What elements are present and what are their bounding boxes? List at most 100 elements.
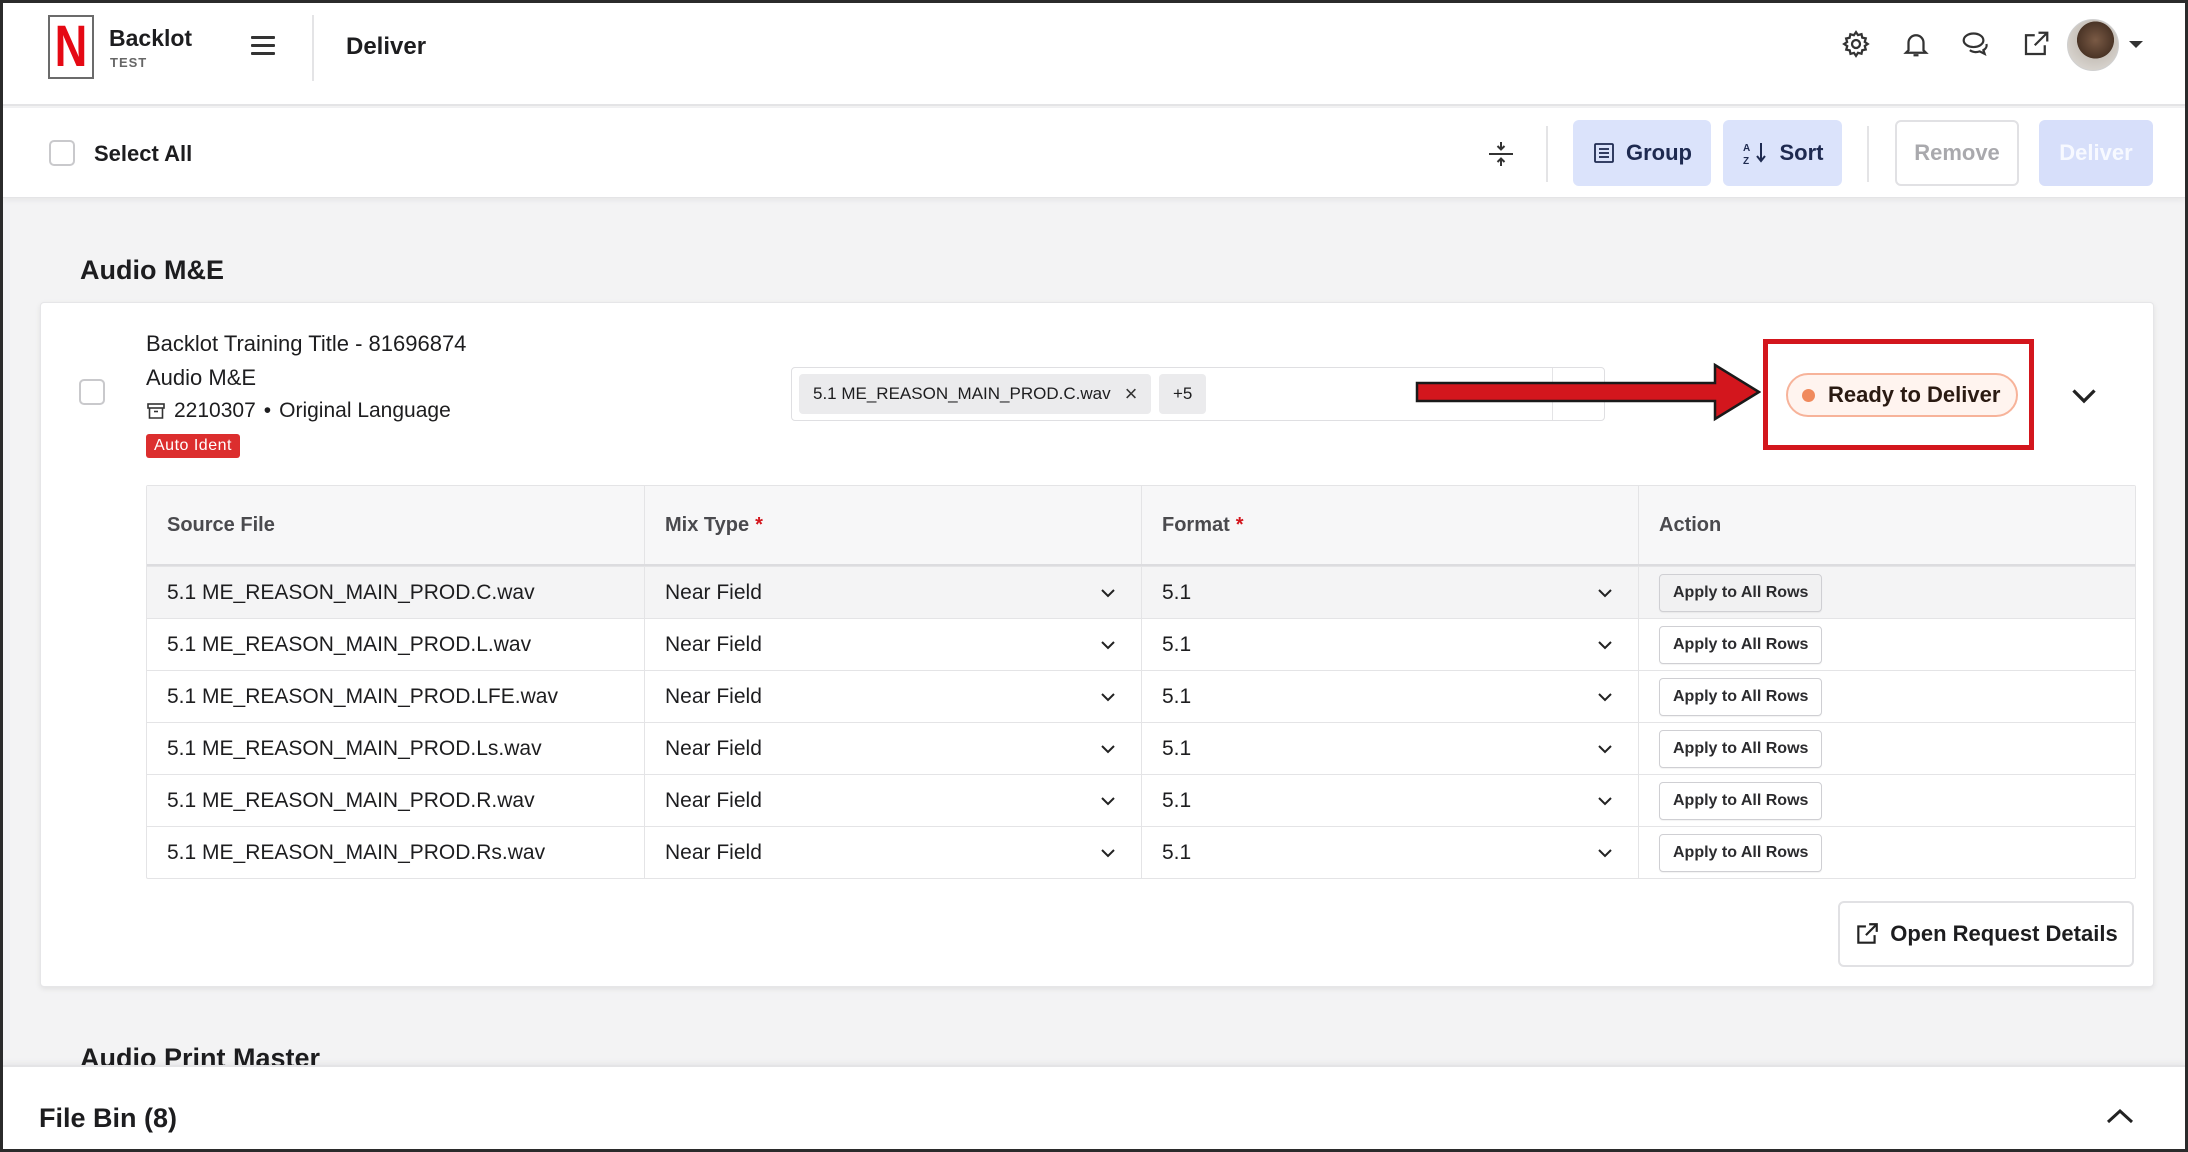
logo-letter: N xyxy=(54,14,88,79)
chat-icon[interactable] xyxy=(1959,27,1993,61)
format-select[interactable]: 5.1 xyxy=(1142,619,1639,670)
action-cell: Apply to All Rows xyxy=(1639,723,2135,774)
header-source-file: Source File xyxy=(147,486,645,564)
required-marker: * xyxy=(755,513,763,536)
format-select[interactable]: 5.1 xyxy=(1142,723,1639,774)
app-env-label: TEST xyxy=(110,55,148,70)
sort-button[interactable]: A Z Sort xyxy=(1723,120,1842,186)
app-name: Backlot xyxy=(109,25,193,51)
table-row: 5.1 ME_REASON_MAIN_PROD.Rs.wav Near Fiel… xyxy=(147,826,2135,878)
sort-button-label: Sort xyxy=(1779,140,1824,165)
chevron-down-icon[interactable] xyxy=(2066,377,2102,413)
item-subtitle: Audio M&E xyxy=(146,365,257,390)
table-row: 5.1 ME_REASON_MAIN_PROD.L.wav Near Field… xyxy=(147,618,2135,670)
meta-separator: • xyxy=(263,399,272,422)
netflix-logo[interactable]: N xyxy=(48,15,94,79)
page-title: Deliver xyxy=(346,33,427,60)
mix-type-select[interactable]: Near Field xyxy=(645,827,1142,878)
toolbar-divider xyxy=(1546,126,1548,182)
chevron-down-icon xyxy=(1101,848,1115,857)
file-chip: 5.1 ME_REASON_MAIN_PROD.C.wav × xyxy=(799,374,1152,414)
deliver-button[interactable]: Deliver xyxy=(2039,120,2153,186)
file-bin-label: File Bin (8) xyxy=(39,1103,178,1133)
action-cell: Apply to All Rows xyxy=(1639,567,2135,618)
apply-to-all-rows-button[interactable]: Apply to All Rows xyxy=(1659,781,1823,820)
format-select[interactable]: 5.1 xyxy=(1142,567,1639,618)
toolbar-divider xyxy=(1867,126,1869,182)
request-id: 2210307 xyxy=(174,399,256,422)
item-checkbox[interactable] xyxy=(79,379,105,405)
format-select[interactable]: 5.1 xyxy=(1142,775,1639,826)
section-title: Audio M&E xyxy=(80,255,224,285)
table-row: 5.1 ME_REASON_MAIN_PROD.C.wav Near Field… xyxy=(147,566,2135,618)
format-select[interactable]: 5.1 xyxy=(1142,671,1639,722)
item-meta: 2210307 • Original Language xyxy=(146,399,451,423)
action-cell: Apply to All Rows xyxy=(1639,775,2135,826)
external-link-icon xyxy=(1857,923,1879,944)
gear-icon[interactable] xyxy=(1839,27,1873,61)
caret-down-icon[interactable] xyxy=(2129,41,2143,48)
mix-type-select[interactable]: Near Field xyxy=(645,671,1142,722)
chevron-down-icon xyxy=(1598,692,1612,701)
apply-to-all-rows-button[interactable]: Apply to All Rows xyxy=(1659,677,1823,716)
chevron-down-icon xyxy=(1101,796,1115,805)
select-all-checkbox[interactable] xyxy=(49,140,75,166)
file-chip-label: 5.1 ME_REASON_MAIN_PROD.C.wav xyxy=(813,384,1111,403)
hamburger-menu-icon[interactable] xyxy=(251,36,275,56)
chevron-down-icon xyxy=(1101,744,1115,753)
delivery-item-card: Backlot Training Title - 81696874 Audio … xyxy=(40,302,2154,987)
bell-icon[interactable] xyxy=(1899,27,1933,61)
chevron-down-icon xyxy=(1598,640,1612,649)
annotation-arrow xyxy=(1415,362,1761,422)
apply-to-all-rows-button[interactable]: Apply to All Rows xyxy=(1659,625,1823,664)
source-file-cell: 5.1 ME_REASON_MAIN_PROD.Ls.wav xyxy=(147,723,645,774)
chevron-down-icon xyxy=(1598,848,1612,857)
chevron-up-icon[interactable] xyxy=(2103,1105,2137,1127)
chevron-down-icon xyxy=(1101,692,1115,701)
archive-icon xyxy=(147,403,165,419)
source-file-cell: 5.1 ME_REASON_MAIN_PROD.LFE.wav xyxy=(147,671,645,722)
open-request-details-label: Open Request Details xyxy=(1890,921,2118,946)
external-link-icon[interactable] xyxy=(2019,27,2053,61)
header-icon-group xyxy=(1839,27,2053,61)
more-files-chip[interactable]: +5 xyxy=(1159,374,1207,414)
chevron-down-icon xyxy=(1598,588,1612,597)
close-icon[interactable]: × xyxy=(1125,383,1138,405)
table-row: 5.1 ME_REASON_MAIN_PROD.R.wav Near Field… xyxy=(147,774,2135,826)
annotation-highlight-box xyxy=(1763,339,2034,450)
item-title: Backlot Training Title - 81696874 xyxy=(146,331,467,356)
chevron-down-icon xyxy=(1598,796,1612,805)
chevron-down-icon xyxy=(1101,588,1115,597)
source-file-cell: 5.1 ME_REASON_MAIN_PROD.L.wav xyxy=(147,619,645,670)
file-bin-panel[interactable]: File Bin (8) xyxy=(3,1065,2185,1149)
action-toolbar: Select All Group A Z Sort Remove Deliver xyxy=(3,108,2185,198)
apply-to-all-rows-button[interactable]: Apply to All Rows xyxy=(1659,573,1823,612)
group-button-label: Group xyxy=(1626,140,1692,165)
collapse-rows-icon[interactable] xyxy=(1485,138,1517,170)
required-marker: * xyxy=(1235,513,1244,536)
open-request-details-button[interactable]: Open Request Details xyxy=(1838,901,2134,967)
app-frame: N Backlot TEST Deliver Select All Group … xyxy=(0,0,2188,1152)
top-header: N Backlot TEST Deliver xyxy=(3,3,2185,106)
mix-type-select[interactable]: Near Field xyxy=(645,723,1142,774)
remove-button[interactable]: Remove xyxy=(1895,120,2019,186)
mix-type-select[interactable]: Near Field xyxy=(645,567,1142,618)
select-all-label: Select All xyxy=(94,141,193,166)
group-button[interactable]: Group xyxy=(1573,120,1711,186)
action-cell: Apply to All Rows xyxy=(1639,827,2135,878)
chevron-down-icon xyxy=(1598,744,1612,753)
header-divider xyxy=(312,15,314,81)
table-row: 5.1 ME_REASON_MAIN_PROD.Ls.wav Near Fiel… xyxy=(147,722,2135,774)
svg-text:A: A xyxy=(1743,143,1750,154)
apply-to-all-rows-button[interactable]: Apply to All Rows xyxy=(1659,729,1823,768)
header-mix-type: Mix Type * xyxy=(645,486,1142,564)
user-avatar[interactable] xyxy=(2067,19,2119,71)
format-select[interactable]: 5.1 xyxy=(1142,827,1639,878)
mix-type-select[interactable]: Near Field xyxy=(645,619,1142,670)
list-icon xyxy=(1594,143,1614,163)
source-file-cell: 5.1 ME_REASON_MAIN_PROD.R.wav xyxy=(147,775,645,826)
action-cell: Apply to All Rows xyxy=(1639,619,2135,670)
mix-type-select[interactable]: Near Field xyxy=(645,775,1142,826)
apply-to-all-rows-button[interactable]: Apply to All Rows xyxy=(1659,833,1823,872)
sort-az-icon: A Z xyxy=(1743,143,1766,166)
